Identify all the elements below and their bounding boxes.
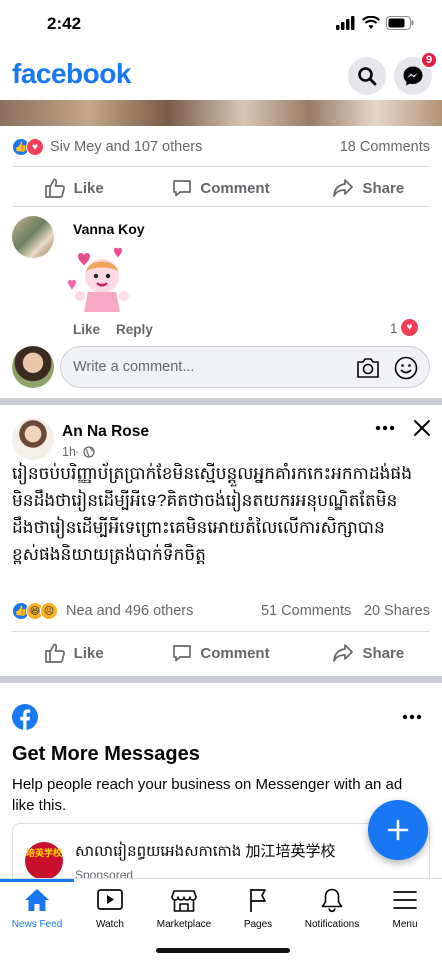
comment-label: Comment <box>200 179 270 197</box>
nav-label: Marketplace <box>156 919 212 930</box>
reaction-icons: 👍 😆 ☹ <box>12 602 58 620</box>
marketplace-icon <box>171 890 197 912</box>
post2-text: រៀនចប់បរិញ្ញាប័ត្រប្រាក់ខែមិនស្មើបន្តួលអ… <box>12 464 413 564</box>
bell-icon <box>321 888 343 913</box>
post1-comment-button[interactable]: Comment <box>147 168 294 208</box>
sticker-icon <box>68 247 129 312</box>
app-bar: facebook 9 <box>0 51 442 100</box>
nav-news-feed[interactable]: News Feed <box>0 887 74 930</box>
comment-icon <box>173 645 192 662</box>
messenger-icon <box>403 66 423 86</box>
battery-icon <box>386 16 414 30</box>
facebook-logo[interactable]: facebook <box>12 58 131 90</box>
comment-icon <box>173 180 192 197</box>
status-time: 2:42 <box>47 14 82 33</box>
flag-icon <box>250 889 266 912</box>
post2-like-button[interactable]: Like <box>0 633 147 673</box>
post2-share-button[interactable]: Share <box>295 633 442 673</box>
post2-time[interactable]: 1h <box>62 445 76 459</box>
search-icon <box>358 67 377 86</box>
nav-label: News Feed <box>11 919 63 930</box>
love-reaction-icon: ♥ <box>26 138 44 156</box>
comment-label: Comment <box>200 644 270 662</box>
like-label: Like <box>73 644 104 662</box>
nav-menu[interactable]: Menu <box>368 887 442 930</box>
status-icons <box>336 16 414 30</box>
messenger-button[interactable]: 9 <box>394 51 438 95</box>
nav-label: Pages <box>243 919 273 930</box>
post1-reactions-row: 👍 ♥ Siv Mey and 107 others 18 Comments <box>0 134 442 160</box>
share-label: Share <box>362 179 405 197</box>
post1-comments-count[interactable]: 18 Comments <box>340 139 430 155</box>
post2-time-dot: · <box>75 445 80 459</box>
comment-reaction-count: 1 <box>390 321 398 336</box>
status-bar: 2:42 <box>0 0 442 50</box>
post2-comment-button[interactable]: Comment <box>147 633 294 673</box>
more-options-icon[interactable] <box>375 424 395 432</box>
floating-add-button[interactable] <box>368 800 428 860</box>
share-icon <box>333 644 354 662</box>
comment-reply-button[interactable]: Reply <box>116 322 153 337</box>
post2-reactions-row: 👍 😆 ☹ Nea and 496 others 51 Comments 20 … <box>0 598 442 624</box>
user-avatar[interactable] <box>12 346 54 388</box>
wifi-icon <box>362 16 380 29</box>
search-button[interactable] <box>348 57 386 95</box>
love-reaction-icon: ♥ <box>401 319 418 336</box>
share-label: Share <box>362 644 405 662</box>
divider <box>12 166 430 167</box>
close-icon[interactable] <box>413 419 431 437</box>
active-tab-indicator <box>0 879 74 882</box>
post2-comments-count[interactable]: 51 Comments <box>261 603 351 619</box>
home-icon <box>25 889 49 911</box>
ad-body: Help people reach your business on Messe… <box>12 776 403 814</box>
ad-more-options-icon[interactable] <box>402 713 422 721</box>
sad-reaction-icon: ☹ <box>40 602 58 620</box>
like-icon <box>44 178 65 198</box>
camera-icon[interactable] <box>355 356 381 380</box>
emoji-icon[interactable] <box>393 355 419 381</box>
nav-notifications[interactable]: Notifications <box>295 887 369 930</box>
post2-action-row: Like Comment Share <box>0 633 442 673</box>
plus-icon <box>387 819 409 841</box>
post1-like-button[interactable]: Like <box>0 168 147 208</box>
signal-icon <box>336 16 355 30</box>
post2-shares-count[interactable]: 20 Shares <box>364 603 430 619</box>
comment-input-placeholder: Write a comment... <box>73 359 195 375</box>
nav-watch[interactable]: Watch <box>73 887 147 930</box>
post1-reaction-summary[interactable]: Siv Mey and 107 others <box>50 139 202 155</box>
ad-title: Get More Messages <box>12 743 200 765</box>
share-icon <box>333 179 354 197</box>
post-separator <box>0 398 442 405</box>
comment-author[interactable]: Vanna Koy <box>73 221 145 237</box>
nav-pages[interactable]: Pages <box>221 887 295 930</box>
ad-page-logo: 培英学校 <box>25 842 63 880</box>
facebook-icon <box>12 704 38 730</box>
nav-label: Notifications <box>304 919 360 930</box>
post2-author-avatar[interactable] <box>12 418 54 460</box>
divider <box>12 206 430 207</box>
nav-label: Menu <box>392 919 418 930</box>
nav-label: Watch <box>96 919 124 930</box>
post2-reaction-summary[interactable]: Nea and 496 others <box>66 603 193 619</box>
watch-icon <box>97 889 123 910</box>
comment-input[interactable]: Write a comment... <box>60 346 430 388</box>
globe-icon <box>83 446 95 458</box>
commenter-avatar[interactable] <box>12 216 54 258</box>
nav-marketplace[interactable]: Marketplace <box>147 887 221 930</box>
like-label: Like <box>73 179 104 197</box>
post1-share-button[interactable]: Share <box>295 168 442 208</box>
post-separator <box>0 676 442 683</box>
menu-icon <box>393 891 417 909</box>
ad-page-name: សាលារៀនព្ធយអេងសកាកោង 加江培英学校 <box>75 843 336 860</box>
post-photo[interactable] <box>0 100 442 126</box>
post2-author[interactable]: An Na Rose <box>62 423 149 441</box>
post1-action-row: Like Comment Share <box>0 168 442 208</box>
divider <box>12 631 430 632</box>
comment-like-button[interactable]: Like <box>73 322 100 337</box>
messenger-badge: 9 <box>420 51 438 69</box>
reaction-icons: 👍 ♥ <box>12 138 44 156</box>
like-icon <box>44 643 65 663</box>
home-indicator <box>156 948 290 953</box>
